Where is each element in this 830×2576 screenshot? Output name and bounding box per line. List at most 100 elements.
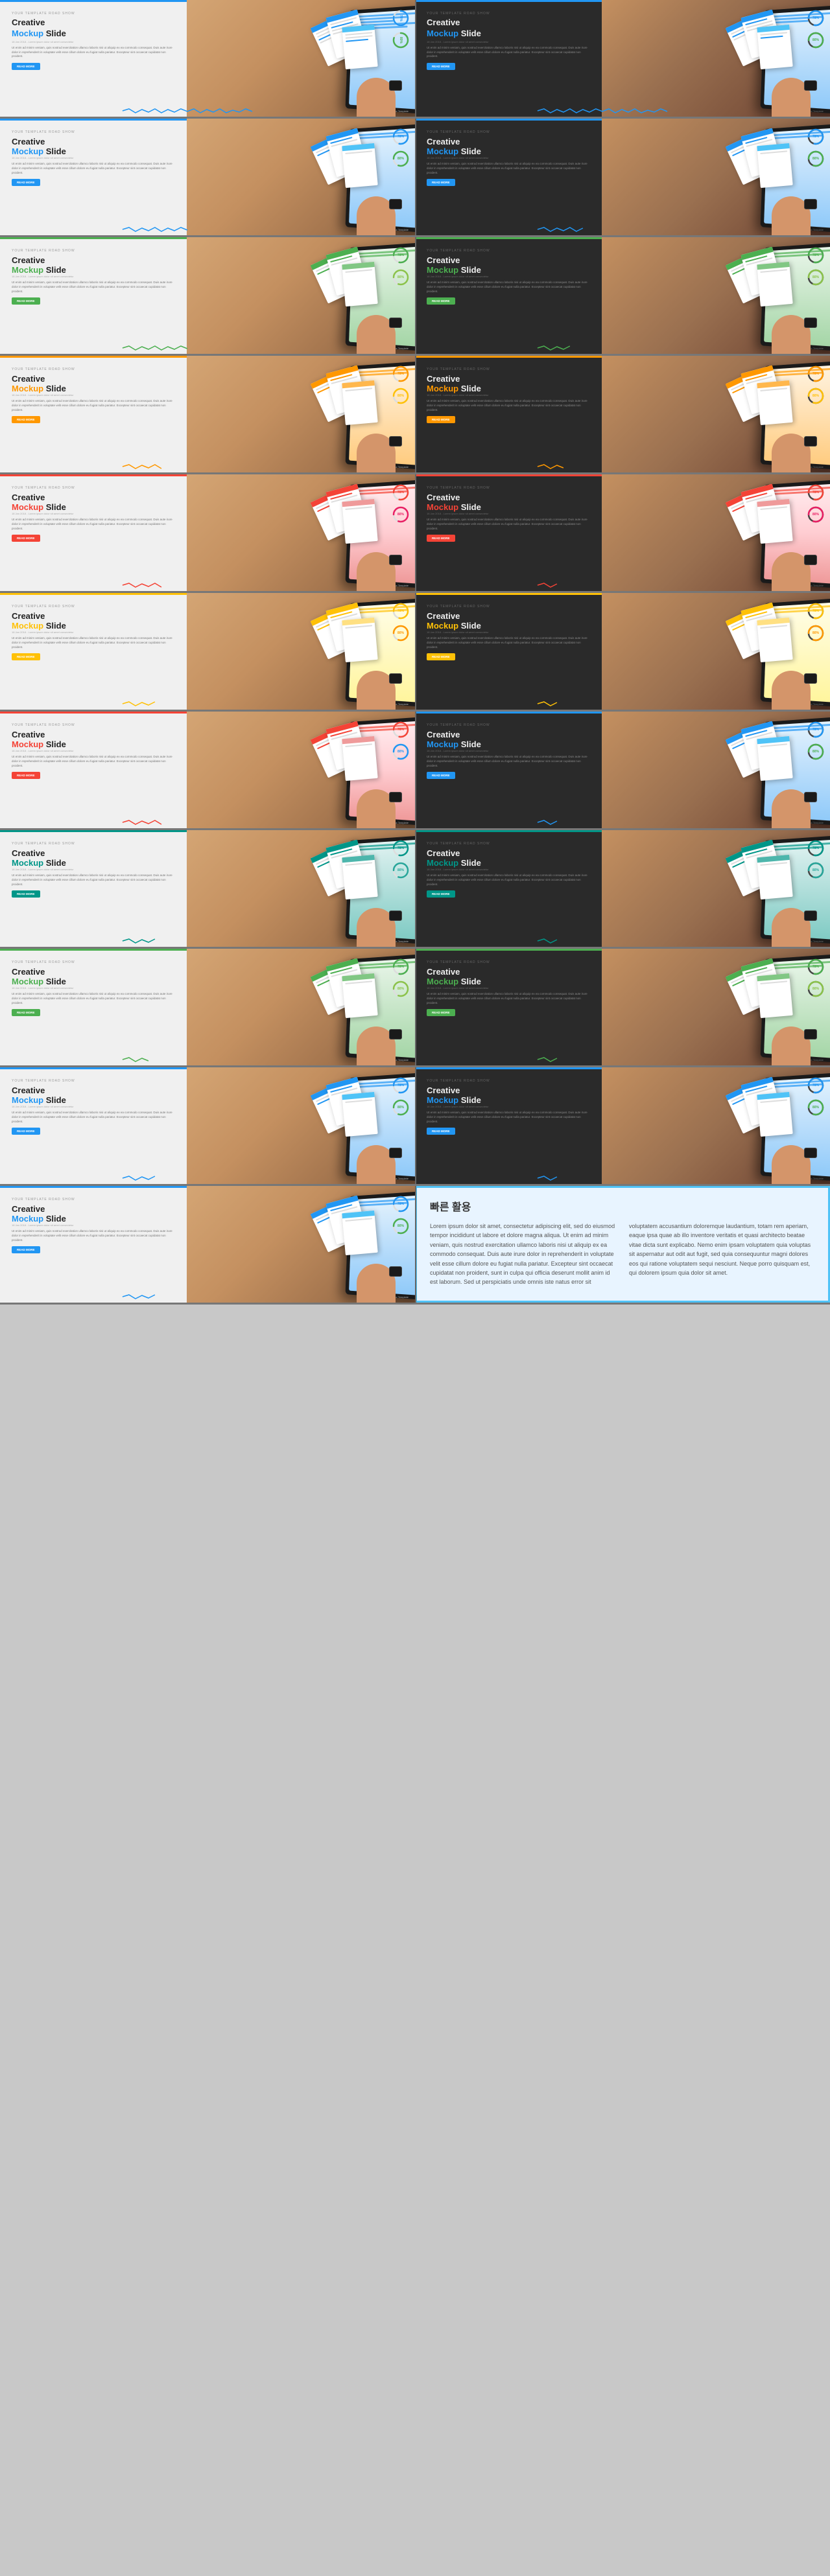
btn-5l[interactable]: READ MORE <box>12 535 40 542</box>
mt-4l: YOUR TEMPLATE ROAD SHOW <box>12 367 178 371</box>
sv2-9l: 80% <box>397 987 404 991</box>
sc-9l: YOUR TEMPLATE ROAD SHOW Creative Mockup … <box>0 949 415 1065</box>
slide-left-content: YOUR TEMPLATE ROAD SHOW Creative Mockup … <box>0 0 187 117</box>
slide-pair-9: YOUR TEMPLATE ROAD SHOW Creative Mockup … <box>0 949 830 1067</box>
b-3r: Ut enim ad minim veniam, quis nostrud ex… <box>427 281 593 294</box>
btn-8l[interactable]: READ MORE <box>12 890 40 898</box>
sc-5l: YOUR TEMPLATE ROAD SHOW Creative Mockup … <box>0 474 415 591</box>
b-6l: Ut enim ad minim veniam, quis nostrud ex… <box>12 636 178 649</box>
b-5r: Ut enim ad minim veniam, quis nostrud ex… <box>427 518 593 531</box>
mt-2r: YOUR TEMPLATE ROAD SHOW <box>427 130 593 134</box>
slide-card-1-right: YOUR TEMPLATE ROAD SHOW Creative Mockup … <box>415 0 830 117</box>
sv1-2l: 78% <box>397 135 404 139</box>
d-2r: 18 Jan 2018 - Lorem ipsum dolor sit amet… <box>427 156 593 159</box>
meta-text: YOUR TEMPLATE ROAD SHOW <box>12 12 178 16</box>
t1-10r: Creative <box>427 1085 593 1095</box>
sv1-5r: 78% <box>812 491 819 494</box>
s2v-dark: 80% <box>812 38 819 42</box>
sv1-7r: 78% <box>812 728 819 732</box>
stat-value-2: 80% <box>399 37 403 43</box>
btn-6r[interactable]: READ MORE <box>427 653 455 660</box>
t1-5l: Creative <box>12 493 178 502</box>
btn-6l[interactable]: READ MORE <box>12 653 40 660</box>
mt-5l: YOUR TEMPLATE ROAD SHOW <box>12 486 178 490</box>
t1-2r: Creative <box>427 137 593 146</box>
stat1-dark: 78% <box>807 9 825 27</box>
t1-7l: Creative <box>12 730 178 739</box>
d-7r: 18 Jan 2018 - Lorem ipsum dolor sit amet… <box>427 749 593 752</box>
mt-11l: YOUR TEMPLATE ROAD SHOW <box>12 1198 178 1201</box>
sc-5r: YOUR TEMPLATE ROAD SHOW Creative Mockup … <box>415 474 830 591</box>
s1v-dark: 78% <box>812 16 819 20</box>
btn-11l[interactable]: READ MORE <box>12 1246 40 1253</box>
sv2-5r: 80% <box>812 513 819 516</box>
b-9r: Ut enim ad minim veniam, quis nostrud ex… <box>427 992 593 1005</box>
t2-3l: Mockup Slide <box>12 265 178 275</box>
b-9l: Ut enim ad minim veniam, quis nostrud ex… <box>12 992 178 1005</box>
sc-8r: YOUR TEMPLATE ROAD SHOW Creative Mockup … <box>415 830 830 947</box>
t1-5r: Creative <box>427 493 593 502</box>
t1-7r: Creative <box>427 730 593 739</box>
t1-3l: Creative <box>12 255 178 265</box>
btn-7r[interactable]: READ MORE <box>427 772 455 779</box>
sv1-10r: 78% <box>812 1084 819 1087</box>
d-4l: 18 Jan 2018 - Lorem ipsum dolor sit amet… <box>12 393 178 397</box>
b-11l: Ut enim ad minim veniam, quis nostrud ex… <box>12 1229 178 1242</box>
t1-11l: Creative <box>12 1204 178 1214</box>
btn-2l[interactable]: READ MORE <box>12 179 40 186</box>
btn-9l[interactable]: READ MORE <box>12 1009 40 1016</box>
t2-8l: Mockup Slide <box>12 858 178 868</box>
btn-4l[interactable]: READ MORE <box>12 416 40 423</box>
t1-6l: Creative <box>12 611 178 621</box>
slide-pair-3: YOUR TEMPLATE ROAD SHOW Creative Mockup … <box>0 237 830 356</box>
cta-dark[interactable]: READ MORE <box>427 63 455 70</box>
slide-pair-7: YOUR TEMPLATE ROAD SHOW Creative Mockup … <box>0 712 830 830</box>
meta-text-dark: YOUR TEMPLATE ROAD SHOW <box>427 12 593 16</box>
b-10r: Ut enim ad minim veniam, quis nostrud ex… <box>427 1111 593 1124</box>
cta-button[interactable]: READ MORE <box>12 63 40 70</box>
t2-3r: Mockup Slide <box>427 265 593 275</box>
body-dark: Ut enim ad minim veniam, quis nostrud ex… <box>427 46 593 59</box>
slide-inner: YOUR TEMPLATE ROAD SHOW Creative Mockup … <box>0 0 415 117</box>
mt-3r: YOUR TEMPLATE ROAD SHOW <box>427 249 593 253</box>
t1-2l: Creative <box>12 137 178 146</box>
slide-pair-2: YOUR TEMPLATE ROAD SHOW Creative Mockup … <box>0 119 830 237</box>
btn-4r[interactable]: READ MORE <box>427 416 455 423</box>
btn-5r[interactable]: READ MORE <box>427 535 455 542</box>
mt-9l: YOUR TEMPLATE ROAD SHOW <box>12 960 178 964</box>
btn-8r[interactable]: READ MORE <box>427 890 455 898</box>
btn-10r[interactable]: READ MORE <box>427 1128 455 1135</box>
sc-10l: YOUR TEMPLATE ROAD SHOW Creative Mockup … <box>0 1067 415 1184</box>
sc-10r: YOUR TEMPLATE ROAD SHOW Creative Mockup … <box>415 1067 830 1184</box>
mt-9r: YOUR TEMPLATE ROAD SHOW <box>427 960 593 964</box>
btn-2r[interactable]: READ MORE <box>427 179 455 186</box>
slide-pair-10: YOUR TEMPLATE ROAD SHOW Creative Mockup … <box>0 1067 830 1186</box>
sv1-6r: 78% <box>812 609 819 613</box>
t2-2l: Mockup Slide <box>12 146 178 156</box>
last-right-panel: 빠른 활용 Lorem ipsum dolor sit amet, consec… <box>415 1186 830 1303</box>
slide-pair-5: YOUR TEMPLATE ROAD SHOW Creative Mockup … <box>0 474 830 593</box>
b-7l: Ut enim ad minim veniam, quis nostrud ex… <box>12 755 178 768</box>
sc-7r: YOUR TEMPLATE ROAD SHOW Creative Mockup … <box>415 712 830 828</box>
sv2-11l: 80% <box>397 1224 404 1228</box>
btn-10l[interactable]: READ MORE <box>12 1128 40 1135</box>
sc-6r: YOUR TEMPLATE ROAD SHOW Creative Mockup … <box>415 593 830 710</box>
t2-7l: Mockup Slide <box>12 739 178 749</box>
b-3l: Ut enim ad minim veniam, quis nostrud ex… <box>12 281 178 294</box>
btn-3l[interactable]: READ MORE <box>12 297 40 305</box>
d-2l: 18 Jan 2018 - Lorem ipsum dolor sit amet… <box>12 156 178 159</box>
btn-7l[interactable]: READ MORE <box>12 772 40 779</box>
btn-3r[interactable]: READ MORE <box>427 297 455 305</box>
sv2-8l: 80% <box>397 868 404 872</box>
sv1-2r: 78% <box>812 135 819 139</box>
slide-pair-11: YOUR TEMPLATE ROAD SHOW Creative Mockup … <box>0 1186 830 1305</box>
slide-card-1-left: YOUR TEMPLATE ROAD SHOW Creative Mockup … <box>0 0 415 117</box>
sv2-2l: 80% <box>397 157 404 161</box>
sc-3r: YOUR TEMPLATE ROAD SHOW Creative Mockup … <box>415 237 830 354</box>
sv2-9r: 80% <box>812 987 819 991</box>
page-wrapper: YOUR TEMPLATE ROAD SHOW Creative Mockup … <box>0 0 830 1305</box>
d-5r: 18 Jan 2018 - Lorem ipsum dolor sit amet… <box>427 512 593 515</box>
slide-title-main: Creative <box>12 18 178 28</box>
btn-9r[interactable]: READ MORE <box>427 1009 455 1016</box>
t1-9l: Creative <box>12 967 178 977</box>
